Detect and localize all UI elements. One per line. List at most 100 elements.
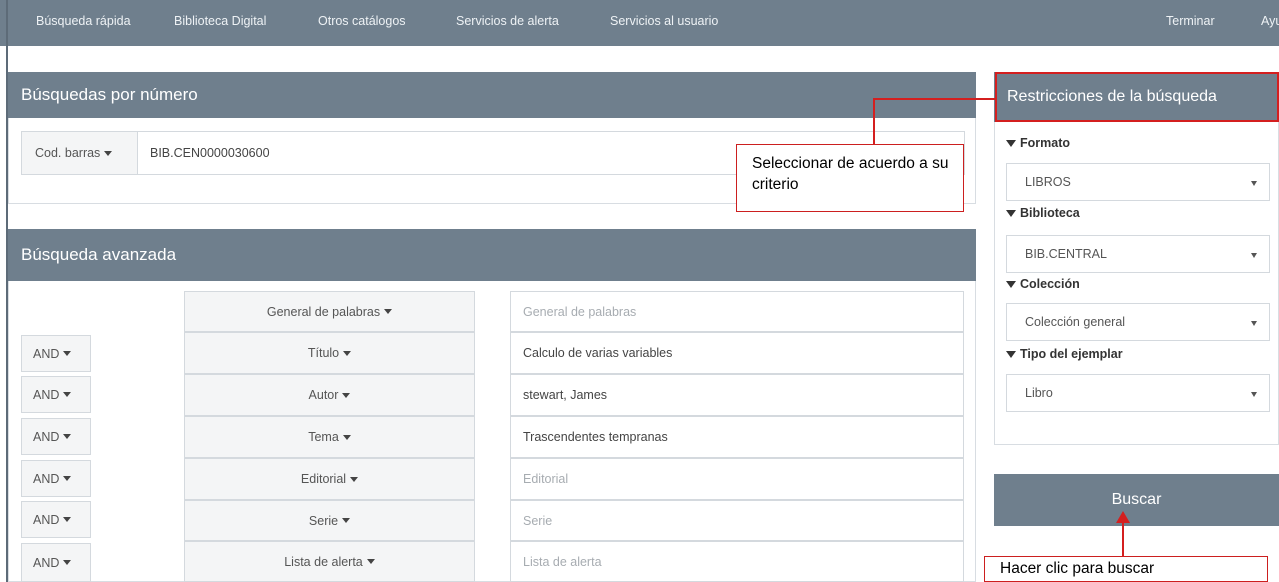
chevron-down-icon <box>63 392 72 397</box>
nav-servicios-alerta[interactable]: Servicios de alerta <box>456 14 559 28</box>
select-value: LIBROS <box>1025 175 1071 189</box>
input-value: stewart, James <box>523 388 608 402</box>
input-placeholder: Serie <box>523 513 553 528</box>
field-select-label: General de palabras <box>266 304 381 319</box>
callout-click-search: Hacer clic para buscar <box>984 556 1268 582</box>
operator-label: AND <box>33 429 60 444</box>
field-select-editorial[interactable]: Editorial <box>184 458 475 500</box>
filter-label-biblioteca: Biblioteca <box>1006 206 1080 220</box>
select-value: Colección general <box>1025 315 1126 329</box>
chevron-down-icon <box>384 309 393 314</box>
filter-label-text: Tipo del ejemplar <box>1020 347 1123 361</box>
callout-criteria: Seleccionar de acuerdo a su criterio <box>736 144 964 212</box>
chevron-down-icon <box>343 350 352 356</box>
input-value: Calculo de varias variables <box>523 346 673 360</box>
callout-click-text: Hacer clic para buscar <box>1000 560 1155 577</box>
barcode-value: BIB.CEN0000030600 <box>150 146 270 160</box>
operator-select-serie[interactable]: AND <box>21 501 91 538</box>
chevron-down-icon <box>366 559 375 564</box>
field-select-label: Título <box>307 346 340 360</box>
number-search-header: Búsquedas por número <box>8 72 976 118</box>
field-select-autor[interactable]: Autor <box>184 374 475 416</box>
search-term-input-general[interactable]: General de palabras <box>510 291 964 332</box>
number-search-title: Búsquedas por número <box>21 85 198 104</box>
nav-otros-catalogos[interactable]: Otros catálogos <box>318 14 406 28</box>
callout-criteria-text: Seleccionar de acuerdo a su criterio <box>752 155 949 193</box>
operator-label: AND <box>33 471 60 486</box>
field-select-lista-alerta[interactable]: Lista de alerta <box>184 541 475 582</box>
dropdown-arrow-icon <box>1251 321 1257 326</box>
chevron-down-icon <box>342 434 351 440</box>
dropdown-arrow-icon <box>1251 253 1257 258</box>
chevron-down-icon <box>63 560 72 565</box>
field-select-label: Serie <box>308 513 339 528</box>
select-value: Libro <box>1025 386 1053 400</box>
operator-label: AND <box>33 387 60 402</box>
operator-select-autor[interactable]: AND <box>21 376 91 413</box>
input-placeholder: General de palabras <box>523 304 637 319</box>
search-button[interactable]: Buscar <box>994 474 1279 526</box>
operator-select-titulo[interactable]: AND <box>21 335 91 372</box>
chevron-down-icon <box>63 517 72 522</box>
operator-label: AND <box>33 555 60 570</box>
field-select-general[interactable]: General de palabras <box>184 291 475 332</box>
chevron-down-icon <box>63 476 72 481</box>
field-select-tema[interactable]: Tema <box>184 416 475 458</box>
field-select-serie[interactable]: Serie <box>184 500 475 541</box>
input-placeholder: Lista de alerta <box>523 554 602 569</box>
filter-icon <box>1006 350 1016 358</box>
operator-label: AND <box>33 512 60 527</box>
nav-ayuda[interactable]: Ayuda <box>1261 14 1279 28</box>
chevron-down-icon <box>63 351 72 356</box>
field-select-titulo[interactable]: Título <box>184 332 475 374</box>
chevron-down-icon <box>104 150 113 156</box>
input-placeholder: Editorial <box>523 472 569 486</box>
input-value: Trascendentes tempranas <box>523 430 668 444</box>
search-term-input-titulo[interactable]: Calculo de varias variables <box>510 332 964 374</box>
nav-biblioteca-digital[interactable]: Biblioteca Digital <box>174 14 266 28</box>
filter-label-text: Colección <box>1020 277 1080 291</box>
filter-label-coleccion: Colección <box>1006 277 1080 291</box>
field-select-label: Autor <box>308 388 339 402</box>
search-term-input-tema[interactable]: Trascendentes tempranas <box>510 416 964 458</box>
operator-select-editorial[interactable]: AND <box>21 460 91 497</box>
nav-busqueda-rapida[interactable]: Búsqueda rápida <box>36 14 131 28</box>
operator-label: AND <box>33 346 60 361</box>
filter-icon <box>1006 139 1016 147</box>
top-navigation-bar: Búsqueda rápida Biblioteca Digital Otros… <box>0 0 1279 46</box>
tipo-ejemplar-select[interactable]: Libro <box>1006 374 1270 412</box>
highlight-restrictions-box <box>995 72 1279 122</box>
formato-select[interactable]: LIBROS <box>1006 163 1270 201</box>
arrow-shaft <box>1122 521 1124 557</box>
chevron-down-icon <box>350 476 359 482</box>
search-term-input-autor[interactable]: stewart, James <box>510 374 964 416</box>
filter-label-text: Biblioteca <box>1020 206 1080 220</box>
filter-label-tipo-ejemplar: Tipo del ejemplar <box>1006 347 1123 361</box>
operator-select-tema[interactable]: AND <box>21 418 91 455</box>
field-select-label: Lista de alerta <box>284 554 363 569</box>
dropdown-arrow-icon <box>1251 181 1257 186</box>
field-select-label: Tema <box>308 430 339 444</box>
search-term-input-lista-alerta[interactable]: Lista de alerta <box>510 541 964 582</box>
arrow-up-icon <box>1116 511 1130 523</box>
chevron-down-icon <box>342 392 351 398</box>
nav-servicios-usuario[interactable]: Servicios al usuario <box>610 14 718 28</box>
search-term-input-serie[interactable]: Serie <box>510 500 964 541</box>
operator-select-lista-alerta[interactable]: AND <box>21 543 91 582</box>
search-button-label: Buscar <box>1111 491 1162 508</box>
select-value: BIB.CENTRAL <box>1025 247 1107 261</box>
annotation-connector-h <box>874 98 996 100</box>
filter-icon <box>1006 209 1016 217</box>
barcode-type-dropdown[interactable]: Cod. barras <box>21 131 138 175</box>
barcode-type-label: Cod. barras <box>35 146 101 160</box>
advanced-search-header: Búsqueda avanzada <box>8 229 976 281</box>
chevron-down-icon <box>342 518 351 523</box>
biblioteca-select[interactable]: BIB.CENTRAL <box>1006 235 1270 273</box>
field-select-label: Editorial <box>300 472 347 486</box>
search-term-input-editorial[interactable]: Editorial <box>510 458 964 500</box>
dropdown-arrow-icon <box>1251 392 1257 397</box>
nav-terminar[interactable]: Terminar <box>1166 14 1215 28</box>
chevron-down-icon <box>63 434 72 439</box>
annotation-connector-v <box>873 98 875 145</box>
coleccion-select[interactable]: Colección general <box>1006 303 1270 341</box>
